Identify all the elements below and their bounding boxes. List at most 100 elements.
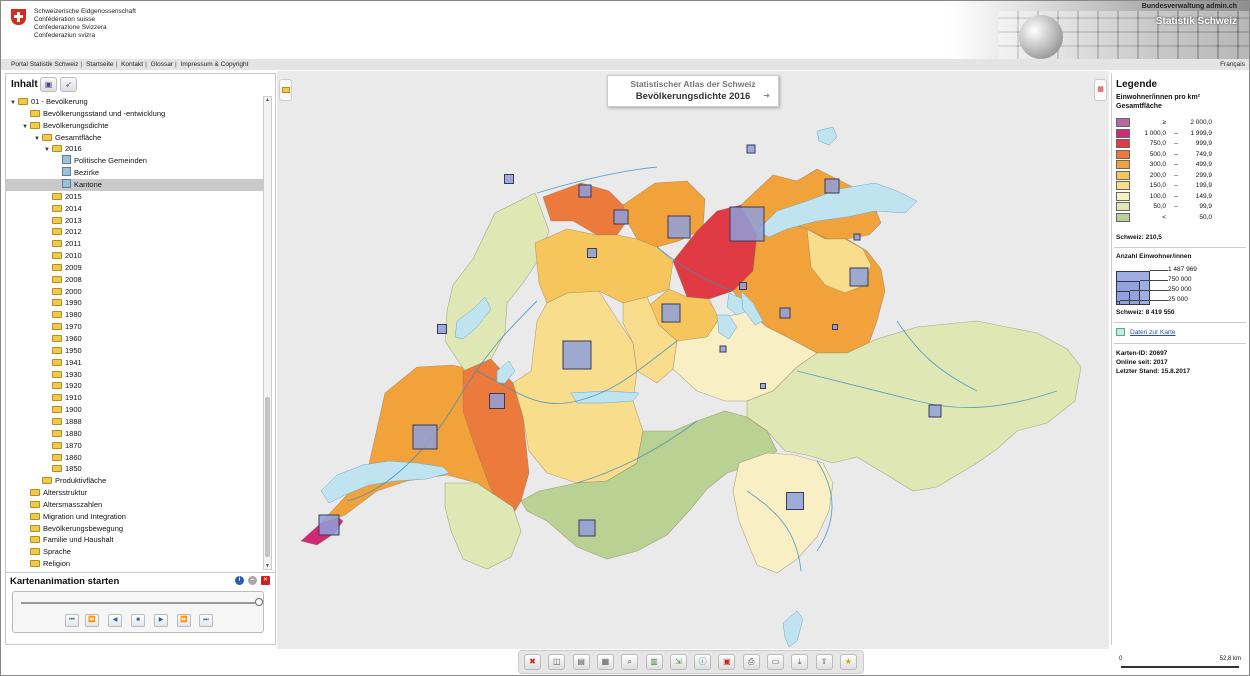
scroll-down-icon[interactable]: ▼ <box>264 563 271 569</box>
tree-item[interactable]: 1888 <box>44 416 82 428</box>
tree-item[interactable]: ▼ Bevölkerungsdichte <box>22 120 108 132</box>
info-icon[interactable]: i <box>235 576 244 585</box>
tree-item[interactable]: 1960 <box>44 333 82 345</box>
switzerland-map[interactable] <box>277 71 1109 649</box>
close-icon[interactable]: × <box>261 576 270 585</box>
image-button[interactable]: ▭ <box>767 654 784 670</box>
nav-startseite[interactable]: Startseite <box>86 61 113 68</box>
back-icon: ◀ <box>112 617 118 623</box>
next-step-button[interactable]: ⏩ <box>177 614 191 627</box>
back-button[interactable]: ◀ <box>108 614 122 627</box>
layers-button[interactable]: ◫ <box>548 654 566 670</box>
info-button[interactable]: ⓘ <box>694 654 712 670</box>
divider <box>1114 343 1246 344</box>
print-preview-button[interactable]: ▤ <box>572 654 590 670</box>
nav-impressum[interactable]: Impressum & Copyright <box>181 61 249 68</box>
time-slider-track[interactable] <box>21 602 255 604</box>
pin-button[interactable]: ➶ <box>60 77 77 92</box>
canton-ticino <box>732 452 834 574</box>
tree-item[interactable]: Bevölkerungsstand und -entwicklung <box>22 108 165 120</box>
tree-item[interactable]: Familie und Haushalt <box>22 534 113 546</box>
zoom-button[interactable]: ⌕ <box>621 654 639 670</box>
tree-item[interactable]: Religion <box>22 558 70 570</box>
pdf-button[interactable]: ▣ <box>718 654 736 670</box>
tree-item[interactable]: 1910 <box>44 392 82 404</box>
toggle-legend-button[interactable]: ▦ <box>1094 79 1107 101</box>
tree-item[interactable]: 1930 <box>44 369 82 381</box>
population-square <box>832 324 838 330</box>
table-button[interactable]: ▦ <box>596 654 614 670</box>
admin-link[interactable]: Bundesverwaltung admin.ch <box>1142 3 1237 10</box>
nav-glossar[interactable]: Glossar <box>151 61 173 68</box>
last-button[interactable]: ⏭ <box>199 614 213 627</box>
expand-arrow-icon[interactable]: ▼ <box>22 121 30 133</box>
tree-item[interactable]: 2009 <box>44 262 82 274</box>
time-slider-handle[interactable] <box>255 598 263 606</box>
tree-item[interactable]: ▼ 01 - Bevölkerung <box>10 96 88 108</box>
map-view-button[interactable]: ▣ <box>40 77 57 92</box>
tree-item[interactable]: 2000 <box>44 286 82 298</box>
tree-item[interactable]: 1900 <box>44 404 82 416</box>
expand-arrow-icon[interactable]: ➜ <box>763 91 770 100</box>
tree-item[interactable]: 1870 <box>44 440 82 452</box>
tree-item[interactable]: 2015 <box>44 191 82 203</box>
tree-item[interactable]: 1980 <box>44 309 82 321</box>
export-button[interactable]: ⇲ <box>669 654 687 670</box>
tree-item[interactable]: 1970 <box>44 321 82 333</box>
share-button[interactable]: ⇪ <box>815 654 833 670</box>
first-button[interactable]: ⏮ <box>65 614 79 627</box>
tree-item[interactable]: Altersmasszahlen <box>22 499 102 511</box>
map-id: Karten-ID: 20697 <box>1116 350 1168 357</box>
language-link[interactable]: Français <box>1220 59 1245 70</box>
tree-item[interactable]: ▼ 2016 <box>44 143 82 155</box>
expand-arrow-icon[interactable]: ▼ <box>10 97 18 109</box>
tree-item[interactable]: Altersstruktur <box>22 487 87 499</box>
prev-step-button[interactable]: ⏪ <box>85 614 99 627</box>
tree-item[interactable]: 1941 <box>44 357 82 369</box>
tree-item[interactable]: Politische Gemeinden <box>54 155 147 167</box>
tree-item[interactable]: 1950 <box>44 345 82 357</box>
folder-icon <box>30 500 40 508</box>
tree-item[interactable]: 2014 <box>44 203 82 215</box>
tree-item[interactable]: Produktivfläche <box>34 475 106 487</box>
tree-item[interactable]: Migration und Integration <box>22 511 126 523</box>
tree-item[interactable]: Sprache <box>22 546 71 558</box>
tree-item[interactable]: Bevölkerungsbewegung <box>22 523 123 535</box>
folder-icon <box>42 477 52 485</box>
scrollbar-thumb[interactable] <box>265 397 270 557</box>
portal-title[interactable]: Statistik Schweiz <box>1156 16 1237 27</box>
close-button[interactable]: ✖ <box>524 654 541 670</box>
scroll-up-icon[interactable]: ▲ <box>264 97 271 103</box>
legend-swatch <box>1116 181 1130 190</box>
tree-item[interactable]: 2010 <box>44 250 82 262</box>
expand-arrow-icon[interactable]: ▼ <box>34 133 42 145</box>
toggle-content-button[interactable] <box>279 79 292 101</box>
legend-swatch <box>1116 212 1130 222</box>
favorite-button[interactable]: ★ <box>839 654 857 670</box>
tree-item[interactable]: ▼ Gesamtfläche <box>34 132 101 144</box>
download-button[interactable]: ⤓ <box>791 654 809 670</box>
tree-item[interactable]: 1860 <box>44 452 82 464</box>
nav-kontakt[interactable]: Kontakt <box>121 61 143 68</box>
stop-button[interactable]: ■ <box>131 614 145 627</box>
tree-item[interactable]: Kantone <box>6 178 263 191</box>
play-button[interactable]: ▶ <box>154 614 168 627</box>
tree-scrollbar[interactable]: ▲ ▼ <box>263 96 272 570</box>
chart-button[interactable]: ▥ <box>645 654 663 670</box>
minimize-icon[interactable]: – <box>248 576 257 585</box>
tree-item[interactable]: 1990 <box>44 297 82 309</box>
print-button[interactable]: ⎙ <box>742 654 760 670</box>
tree-item[interactable]: 1850 <box>44 463 82 475</box>
tree-item[interactable]: 1880 <box>44 428 82 440</box>
table-icon[interactable] <box>1116 328 1125 336</box>
tree-item[interactable]: 2012 <box>44 226 82 238</box>
tree-item[interactable]: Bezirke <box>54 167 99 179</box>
data-link[interactable]: Daten zur Karte <box>1130 329 1176 336</box>
tree-item[interactable]: 2008 <box>44 274 82 286</box>
tree-item[interactable]: 1920 <box>44 380 82 392</box>
nav-portal[interactable]: Portal Statistik Schweiz <box>11 61 79 68</box>
expand-arrow-icon[interactable]: ▼ <box>44 144 52 156</box>
legend-lower: 1 000,0 <box>1144 129 1166 137</box>
tree-item[interactable]: 2011 <box>44 238 81 250</box>
tree-item[interactable]: 2013 <box>44 215 82 227</box>
